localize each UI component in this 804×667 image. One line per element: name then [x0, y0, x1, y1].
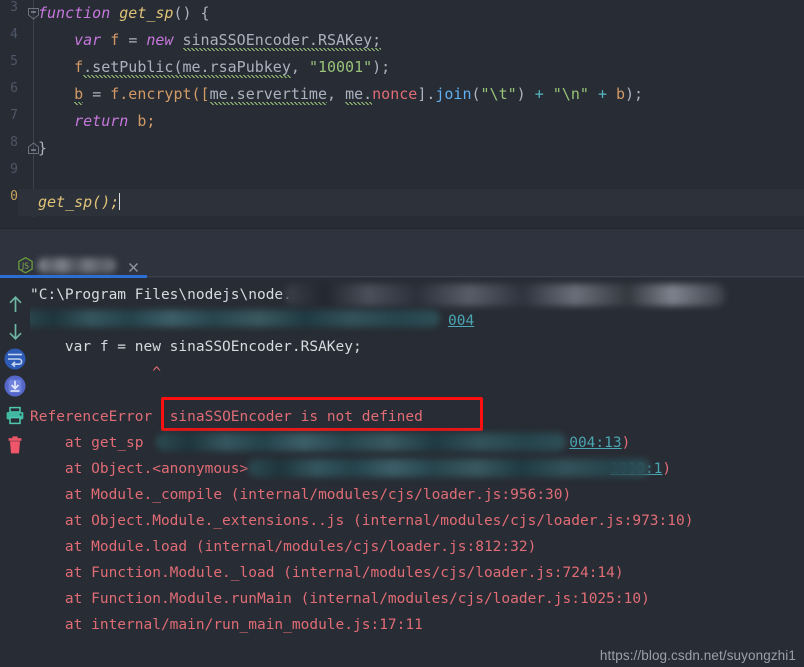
gutter-line-number: 3 [10, 0, 18, 15]
gutter-line-number: 8 [10, 135, 18, 150]
token-keyword-new: new [146, 31, 174, 49]
token-brace-close: } [38, 139, 48, 157]
print-button[interactable] [3, 403, 27, 427]
arrow-down-icon [8, 323, 22, 340]
console-toolbar [0, 278, 30, 667]
code-line-current[interactable]: get_sp(); [38, 189, 804, 216]
console-line-frame: at Module.load (internal/modules/cjs/loa… [30, 539, 537, 555]
nodejs-icon: JS [18, 256, 33, 274]
token-plus: + [597, 85, 607, 103]
token-me: me. [345, 85, 373, 105]
command-prefix: "C:\Program Files\nodejs\node.e [30, 287, 301, 303]
console-line-frame: at Function.Module.runMain (internal/mod… [30, 591, 650, 607]
console-tab-strip: JS [0, 250, 804, 278]
code-line-blank[interactable] [38, 162, 804, 189]
token-identifier-b: b [616, 85, 626, 103]
console-line-frame: at Function.Module._load (internal/modul… [30, 565, 624, 581]
token-nonce: nonce [372, 85, 418, 103]
console-line-caret: ^ [30, 365, 161, 381]
arrow-up-icon [8, 295, 22, 312]
source-line-link[interactable]: 004 [448, 313, 474, 329]
token-me-servertime: me.servertime [209, 85, 327, 105]
run-console-panel: JS "C:\Program Files\nodejs\node.e 004 v… [0, 250, 804, 667]
soft-wrap-button[interactable] [3, 347, 27, 371]
gutter-line-number: 5 [10, 54, 18, 69]
trash-icon [8, 435, 22, 453]
code-line[interactable]: var f = new sinaSSOEncoder.RSAKey; [38, 27, 804, 54]
scroll-down-button[interactable] [3, 319, 27, 343]
code-line[interactable]: } [38, 135, 804, 162]
console-tab-title-redacted [38, 257, 116, 273]
token-setpublic-call: .setPublic( [83, 58, 183, 78]
console-line-frame: at Module._compile (internal/modules/cjs… [30, 487, 572, 503]
token-call-get-sp: get_sp(); [38, 193, 120, 211]
clear-all-button[interactable] [3, 433, 27, 457]
code-line[interactable]: return b; [38, 108, 804, 135]
error-annotation-box [161, 397, 483, 431]
console-line-code: var f = new sinaSSOEncoder.RSAKey; [30, 339, 362, 355]
gutter-line-number: 9 [10, 162, 18, 177]
frame-text: at Object.<anonymous> [30, 461, 257, 477]
console-line-source: 004 [30, 308, 804, 334]
gutter-line-number: 7 [10, 108, 18, 123]
token-string-tab: "\t" [480, 85, 517, 103]
token-me-rsapubkey: me.rsaPubkey [182, 58, 291, 78]
console-output[interactable]: "C:\Program Files\nodejs\node.ejs 004 va… [30, 278, 804, 667]
close-icon[interactable] [127, 259, 140, 272]
scroll-end-icon [4, 375, 26, 397]
scroll-up-button[interactable] [3, 292, 27, 316]
scroll-to-end-button[interactable] [3, 374, 27, 398]
text-cursor [119, 193, 121, 210]
editor-gutter[interactable]: 3 4 5 6 7 8 9 0 [0, 0, 18, 228]
token-parens-brace: () { [173, 4, 210, 22]
gutter-line-number: 6 [10, 81, 18, 96]
token-assign: = [92, 85, 102, 103]
code-editor[interactable]: 3 4 5 6 7 8 9 0 function get_sp() { var … [0, 0, 804, 443]
frame-tail: ) [621, 435, 631, 451]
panel-splitter[interactable] [0, 228, 804, 250]
token-plus: + [534, 85, 544, 103]
printer-icon [6, 406, 24, 424]
console-line-frame: at Object.Module._extensions..js (intern… [30, 513, 694, 529]
code-line[interactable]: function get_sp() { [38, 0, 804, 27]
token-string-newline: "\n" [552, 85, 589, 103]
token-identifier-f: f [74, 58, 84, 76]
token-comma: , [327, 85, 346, 103]
token-identifier-b: b; [137, 112, 156, 130]
code-line[interactable]: b = f.encrypt([me.servertime, me.nonce].… [38, 81, 804, 108]
frame-text: at get_sp [30, 435, 153, 451]
token-rsakey-ref: sinaSSOEncoder.RSAKey; [182, 31, 382, 51]
console-line-frame: at internal/main/run_main_module.js:17:1… [30, 617, 423, 633]
frame-tail: ) [662, 461, 672, 477]
token-bracket-dot: ]. [417, 85, 436, 103]
console-tab-strip-divider [147, 276, 804, 277]
token-comma: , [290, 58, 309, 76]
redacted-frame-path [156, 433, 566, 451]
token-assign: = [128, 31, 138, 49]
frame-link[interactable]: 004:13 [569, 435, 621, 451]
token-keyword-function: function [38, 4, 111, 22]
token-string-10001: "10001" [308, 58, 373, 76]
gutter-line-number: 4 [10, 27, 18, 42]
token-keyword-return: return [74, 112, 129, 130]
gutter-line-number-current: 0 [10, 189, 18, 204]
watermark-text: https://blog.csdn.net/suyongzhi1 [599, 648, 796, 663]
token-identifier-f: f [110, 31, 120, 49]
redacted-frame-path [248, 459, 650, 477]
editor-hscroll-track[interactable] [0, 217, 804, 443]
token-encrypt-call: f.encrypt([ [110, 85, 210, 103]
token-keyword-var: var [74, 31, 102, 49]
token-join: join [435, 85, 472, 103]
token-close-semi: ); [372, 58, 391, 76]
token-function-name: get_sp [119, 4, 174, 22]
token-identifier-b: b [74, 85, 84, 105]
error-type-label: ReferenceError [30, 409, 153, 425]
soft-wrap-icon [4, 348, 26, 370]
redacted-command-path [285, 284, 725, 306]
svg-text:JS: JS [21, 261, 29, 270]
code-line[interactable]: f.setPublic(me.rsaPubkey, "10001"); [38, 54, 804, 81]
